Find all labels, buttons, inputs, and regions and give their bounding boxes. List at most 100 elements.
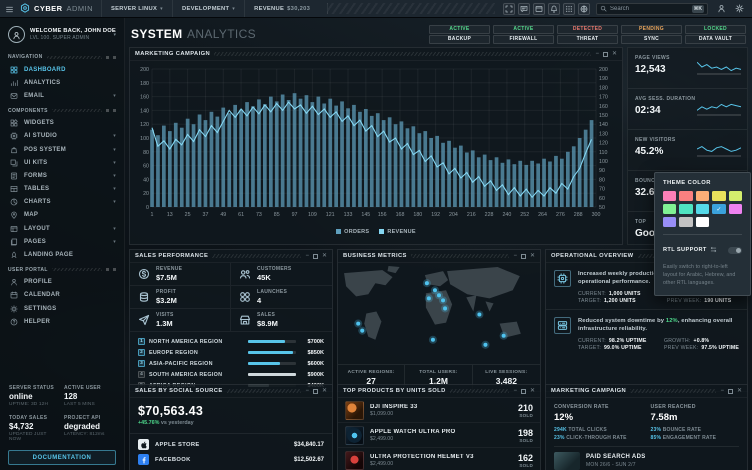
kpi-new-visitors[interactable]: NEW VISITORS45.2% [628, 130, 747, 171]
sidebar-item-dashboard[interactable]: DASHBOARD [0, 63, 124, 76]
panel-close-button[interactable]: ✕ [530, 253, 535, 259]
map-marker[interactable] [433, 288, 437, 292]
map-marker[interactable] [477, 312, 481, 316]
panel-close-button[interactable]: ✕ [612, 51, 617, 57]
navbar-menu-development[interactable]: DEVELOPMENT▾ [172, 0, 244, 17]
brand[interactable]: CYBER ADMIN [18, 0, 101, 17]
theme-swatch-10[interactable] [729, 204, 742, 214]
product-row-apple-watch-ultra-pro[interactable]: APPLE WATCH ULTRA PRO$2,499.00198SOLD [338, 423, 540, 448]
panel-expand-button[interactable] [521, 254, 526, 259]
theme-swatch-2[interactable] [679, 191, 692, 201]
theme-swatch-9[interactable]: ✓ [712, 204, 725, 214]
theme-swatch-4[interactable] [712, 191, 725, 201]
chevron-down-icon: ▾ [113, 93, 116, 99]
panel-minimize-button[interactable]: − [305, 253, 309, 259]
panel-expand-button[interactable] [313, 389, 318, 394]
badge-data-vault[interactable]: LOCKEDDATA VAULT [685, 25, 746, 44]
apps-button[interactable] [563, 3, 575, 15]
rtl-toggle[interactable] [728, 247, 742, 254]
panel-minimize-button[interactable]: − [595, 51, 599, 57]
map-marker[interactable] [427, 296, 431, 300]
kpi-avg-sess-duration[interactable]: AVG SESS. DURATION02:34 [628, 89, 747, 130]
navbar-menu-server-linux[interactable]: SERVER LINUX▾ [101, 0, 172, 17]
sidebar-item-forms[interactable]: FORMS▾ [0, 169, 124, 182]
region-row-europe-region[interactable]: 2EUROPE REGION$850K [138, 347, 324, 358]
panel-minimize-button[interactable]: − [513, 388, 517, 394]
sidebar-item-landing-page[interactable]: LANDING PAGE [0, 248, 124, 261]
kpi-page-views[interactable]: PAGE VIEWS12,543 [628, 48, 747, 89]
panel-expand-button[interactable] [728, 389, 733, 394]
sidebar-item-widgets[interactable]: WIDGETS [0, 117, 124, 130]
region-row-asia-pacific-region[interactable]: 3ASIA-PACIFIC REGION$600K [138, 358, 324, 369]
social-row-apple-store[interactable]: APPLE STORE$34,840.17 [138, 437, 324, 452]
map-marker[interactable] [483, 343, 487, 347]
social-row-facebook[interactable]: FACEBOOK$12,502.67 [138, 452, 324, 467]
badge-threat[interactable]: DETECTEDTHREAT [557, 25, 618, 44]
panel-close-button[interactable]: ✕ [322, 388, 327, 394]
user-card[interactable]: WELCOME BACK, JOHN DOE LVL 100. SUPER AD… [0, 24, 124, 49]
theme-swatch-3[interactable] [696, 191, 709, 201]
map-marker[interactable] [425, 281, 429, 285]
theme-swatch-8[interactable] [696, 204, 709, 214]
panel-minimize-button[interactable]: − [720, 388, 724, 394]
map-marker[interactable] [441, 298, 445, 302]
globe-button[interactable] [578, 3, 590, 15]
theme-swatch-11[interactable] [663, 217, 676, 227]
theme-swatch-5[interactable] [729, 191, 742, 201]
sidebar-item-tables[interactable]: TABLES▾ [0, 183, 124, 196]
gear-button[interactable] [732, 4, 747, 13]
product-row-ultra-protection-helmet-v3[interactable]: ULTRA PROTECTION HELMET V3$2,499.00162SO… [338, 448, 540, 470]
map-marker[interactable] [443, 306, 447, 310]
panel-minimize-button[interactable]: − [513, 253, 517, 259]
map-marker[interactable] [431, 338, 435, 342]
product-row-dji-inspire-33[interactable]: DJI INSPIRE 33$1,099.00210SOLD [338, 398, 540, 423]
sidebar-item-map[interactable]: MAP [0, 209, 124, 222]
search-box[interactable]: ⌘K [596, 3, 708, 15]
theme-swatch-1[interactable] [663, 191, 676, 201]
panel-expand-button[interactable] [603, 52, 608, 57]
badge-firewall[interactable]: ACTIVEFIREWALL [493, 25, 554, 44]
sidebar-item-pos-system[interactable]: POS SYSTEM▾ [0, 143, 124, 156]
theme-swatch-13[interactable] [696, 217, 709, 227]
panel-expand-button[interactable] [521, 389, 526, 394]
sidebar-item-ai-studio[interactable]: AI STUDIO▾ [0, 130, 124, 143]
search-input[interactable] [610, 6, 689, 12]
chat-button[interactable] [518, 3, 530, 15]
sidebar-item-helper[interactable]: HELPER [0, 315, 124, 328]
badge-sync[interactable]: PENDINGSYNC [621, 25, 682, 44]
sidebar-item-calendar[interactable]: CALENDAR [0, 289, 124, 302]
chart-area[interactable]: 0204060801001201401601802005060708090100… [130, 61, 622, 226]
badge-backup[interactable]: ACTIVEBACKUP [429, 25, 490, 44]
panel-close-button[interactable]: ✕ [322, 253, 327, 259]
map-marker[interactable] [502, 334, 506, 338]
theme-swatch-12[interactable] [679, 217, 692, 227]
documentation-button[interactable]: DOCUMENTATION [8, 450, 116, 465]
sidebar-item-ui-kits[interactable]: UI KITS▾ [0, 156, 124, 169]
paid-search-ads-row[interactable]: PAID SEARCH ADSMON 26/6 - SUN 2/7 [554, 446, 739, 470]
fullscreen-button[interactable] [503, 3, 515, 15]
panel-close-button[interactable]: ✕ [530, 388, 535, 394]
navbar-menu-revenue[interactable]: REVENUE$30,203 [244, 0, 319, 17]
map-marker[interactable] [437, 293, 441, 297]
panel-close-button[interactable]: ✕ [737, 388, 742, 394]
sidebar-item-profile[interactable]: PROFILE [0, 276, 124, 289]
sidebar-item-layout[interactable]: LAYOUT▾ [0, 222, 124, 235]
sidebar-item-settings[interactable]: SETTINGS [0, 302, 124, 315]
window-button[interactable] [533, 3, 545, 15]
hamburger-menu-button[interactable] [0, 0, 18, 17]
panel-header: MARKETING CAMPAIGN−✕ [546, 385, 747, 398]
theme-swatch-7[interactable] [679, 204, 692, 214]
user-button[interactable] [714, 4, 729, 13]
sidebar-item-email[interactable]: EMAIL▾ [0, 89, 124, 102]
sidebar-item-analytics[interactable]: ANALYTICS [0, 76, 124, 89]
theme-swatch-6[interactable] [663, 204, 676, 214]
panel-minimize-button[interactable]: − [305, 388, 309, 394]
sidebar-item-charts[interactable]: CHARTS▾ [0, 196, 124, 209]
sidebar-item-pages[interactable]: PAGES▾ [0, 235, 124, 248]
panel-expand-button[interactable] [313, 254, 318, 259]
map-marker[interactable] [356, 322, 360, 326]
map-marker[interactable] [360, 329, 364, 333]
region-row-north-america-region[interactable]: 1NORTH AMERICA REGION$700K [138, 336, 324, 347]
region-row-south-america-region[interactable]: 4SOUTH AMERICA REGION$900K [138, 369, 324, 380]
bell-button[interactable] [548, 3, 560, 15]
